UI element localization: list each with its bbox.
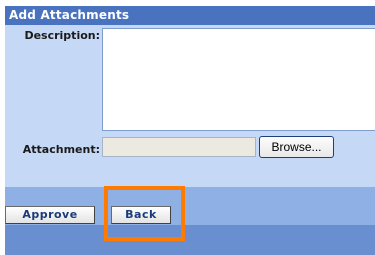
browse-button[interactable]: Browse... xyxy=(259,136,334,158)
section-header: Add Attachments xyxy=(5,6,375,25)
attachment-label: Attachment: xyxy=(22,143,100,156)
attachment-path-field[interactable] xyxy=(102,137,256,157)
page: Add Attachments Description: Attachment:… xyxy=(0,0,375,255)
description-textarea[interactable] xyxy=(102,28,375,131)
approve-button[interactable]: Approve xyxy=(5,206,95,224)
back-button[interactable]: Back xyxy=(111,206,171,224)
attachments-form: Add Attachments Description: Attachment:… xyxy=(5,6,375,187)
description-label: Description: xyxy=(24,29,100,42)
attachments-panel: Add Attachments Description: Attachment:… xyxy=(5,0,375,255)
footer-bar xyxy=(5,225,375,255)
